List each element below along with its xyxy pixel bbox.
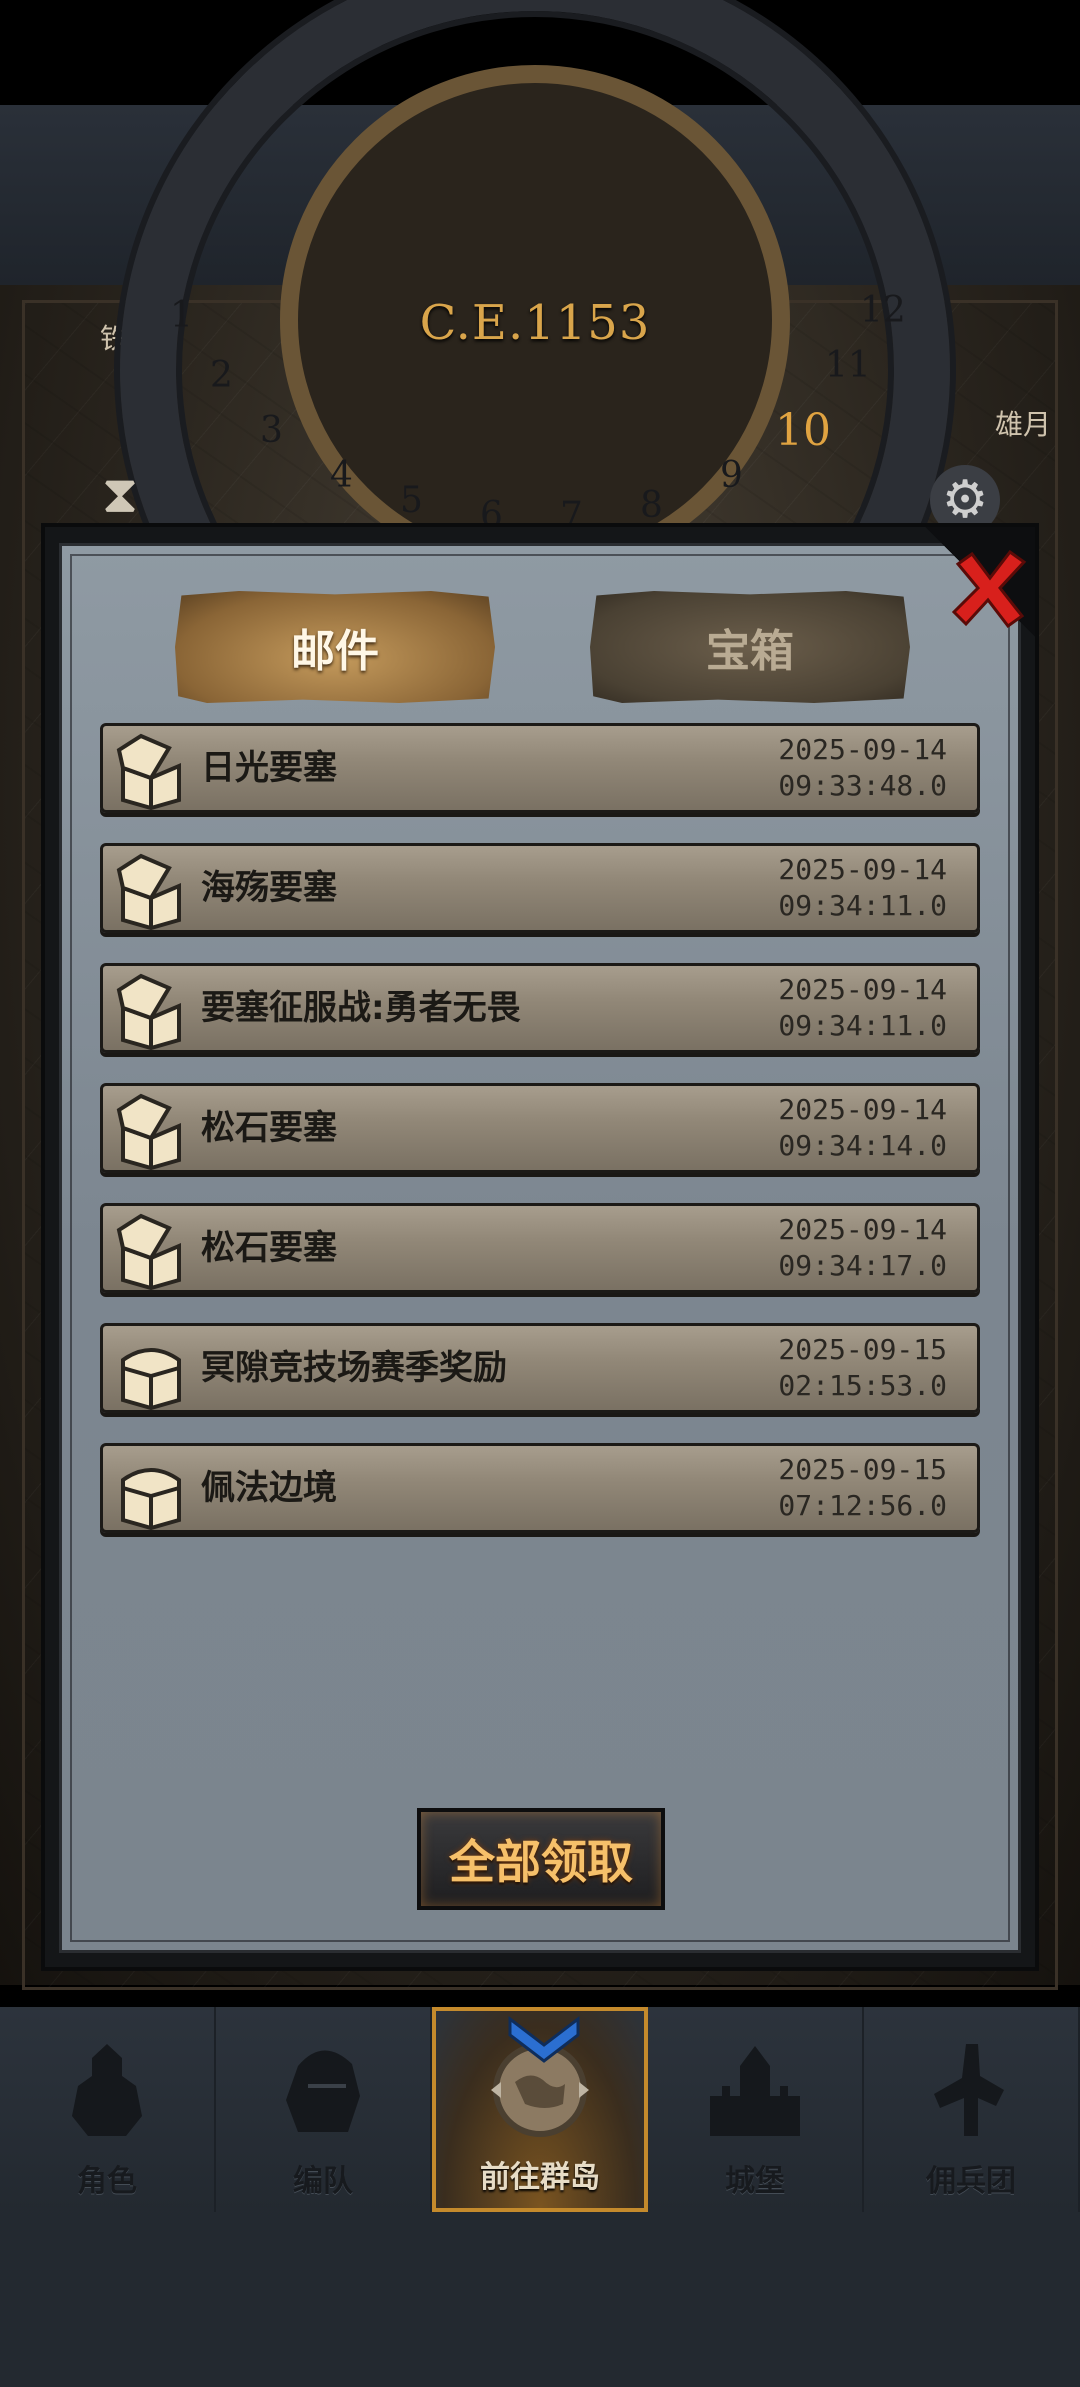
mail-title: 海殇要塞 [201, 868, 337, 908]
mercenary-icon [934, 2044, 1004, 2136]
nav-item-mercenary[interactable]: 佣兵团 [864, 2007, 1080, 2212]
mail-date: 2025-09-15 [778, 1333, 947, 1366]
mail-item[interactable]: 日光要塞 2025-09-14 09:33:48.0 [100, 723, 980, 813]
mail-time: 09:34:17.0 [778, 1249, 947, 1282]
calendar-number: 12 [860, 290, 906, 331]
mail-timestamp: 2025-09-14 09:33:48.0 [778, 732, 947, 804]
nav-label: 城堡 [725, 2164, 785, 2199]
mail-timestamp: 2025-09-15 07:12:56.0 [778, 1452, 947, 1524]
calendar-active-number: 10 [775, 405, 831, 456]
mail-time: 09:34:11.0 [778, 1009, 947, 1042]
nav-label: 编队 [293, 2164, 353, 2199]
mail-title: 松石要塞 [201, 1228, 337, 1268]
mail-date: 2025-09-14 [778, 973, 947, 1006]
mail-time: 09:33:48.0 [778, 769, 947, 802]
closed-chest-icon [121, 1348, 181, 1410]
mail-item[interactable]: 松石要塞 2025-09-14 09:34:14.0 [100, 1083, 980, 1173]
nav-label: 前往群岛 [480, 2160, 600, 2195]
knight-icon [72, 2044, 142, 2136]
mail-timestamp: 2025-09-14 09:34:11.0 [778, 972, 947, 1044]
open-chest-icon [116, 733, 181, 810]
mail-item[interactable]: 海殇要塞 2025-09-14 09:34:11.0 [100, 843, 980, 933]
nav-label: 角色 [77, 2164, 137, 2199]
mail-time: 07:12:56.0 [778, 1489, 947, 1522]
calendar-number: 9 [720, 455, 743, 496]
mail-modal: 邮件 宝箱 日光要塞 2025-09-14 09:33:48.0 海殇要塞 20 [45, 527, 1035, 1967]
mail-timestamp: 2025-09-14 09:34:11.0 [778, 852, 947, 924]
calendar-number: 3 [260, 410, 283, 451]
mail-date: 2025-09-14 [778, 853, 947, 886]
mail-title: 冥隙竞技场赛季奖励 [201, 1348, 507, 1388]
mail-item[interactable]: 冥隙竞技场赛季奖励 2025-09-15 02:15:53.0 [100, 1323, 980, 1413]
bottom-nav: 角色 编队 前往群岛 城堡 佣兵团 [0, 2007, 1080, 2212]
mail-timestamp: 2025-09-14 09:34:14.0 [778, 1092, 947, 1164]
open-chest-icon [116, 973, 181, 1050]
calendar-dial[interactable]: C.E.1153 1 2 3 4 5 6 7 8 9 10 11 12 [120, 0, 950, 785]
claim-all-button[interactable]: 全部领取 [417, 1808, 665, 1910]
bottom-band [0, 2212, 1080, 2387]
mail-date: 2025-09-14 [778, 1213, 947, 1246]
open-chest-icon [116, 1213, 181, 1290]
helmet-icon [286, 2050, 360, 2132]
mail-item[interactable]: 松石要塞 2025-09-14 09:34:17.0 [100, 1203, 980, 1293]
nav-label: 佣兵团 [926, 2164, 1016, 2199]
mail-title: 松石要塞 [201, 1108, 337, 1148]
castle-icon [710, 2046, 800, 2136]
mail-time: 09:34:11.0 [778, 889, 947, 922]
mail-timestamp: 2025-09-14 09:34:17.0 [778, 1212, 947, 1284]
tab-chest[interactable]: 宝箱 [590, 591, 910, 703]
calendar-number: 8 [640, 485, 663, 526]
close-icon [951, 549, 1027, 629]
gear-icon[interactable]: ⚙ [930, 465, 1000, 535]
calendar-year: C.E.1153 [419, 295, 651, 351]
tab-mail[interactable]: 邮件 [175, 591, 495, 703]
mail-item[interactable]: 佩法边境 2025-09-15 07:12:56.0 [100, 1443, 980, 1533]
mail-item[interactable]: 要塞征服战:勇者无畏 2025-09-14 09:34:11.0 [100, 963, 980, 1053]
mail-title: 佩法边境 [201, 1468, 337, 1508]
mail-date: 2025-09-15 [778, 1453, 947, 1486]
mail-date: 2025-09-14 [778, 1093, 947, 1126]
mail-date: 2025-09-14 [778, 733, 947, 766]
calendar-number: 4 [330, 455, 353, 496]
chevron-down-icon [508, 2015, 580, 2063]
map-label-right: 雄月 [995, 408, 1052, 441]
nav-item-go-islands[interactable]: 前往群岛 [432, 2007, 648, 2212]
mail-title: 日光要塞 [201, 748, 337, 788]
open-chest-icon [116, 853, 181, 930]
mail-title: 要塞征服战:勇者无畏 [201, 988, 521, 1028]
nav-item-formation[interactable]: 编队 [216, 2007, 432, 2212]
mail-list: 日光要塞 2025-09-14 09:33:48.0 海殇要塞 2025-09-… [100, 723, 980, 1563]
open-chest-icon [116, 1093, 181, 1170]
nav-item-character[interactable]: 角色 [0, 2007, 216, 2212]
calendar-number: 2 [210, 355, 233, 396]
calendar-number: 1 [170, 295, 193, 336]
nav-item-castle[interactable]: 城堡 [648, 2007, 864, 2212]
calendar-number: 11 [825, 345, 871, 386]
mail-timestamp: 2025-09-15 02:15:53.0 [778, 1332, 947, 1404]
mail-time: 09:34:14.0 [778, 1129, 947, 1162]
close-button[interactable] [950, 549, 1028, 629]
mail-time: 02:15:53.0 [778, 1369, 947, 1402]
closed-chest-icon [121, 1468, 181, 1530]
calendar-number: 5 [400, 480, 423, 521]
hourglass-icon[interactable]: ⧗ [90, 465, 150, 525]
